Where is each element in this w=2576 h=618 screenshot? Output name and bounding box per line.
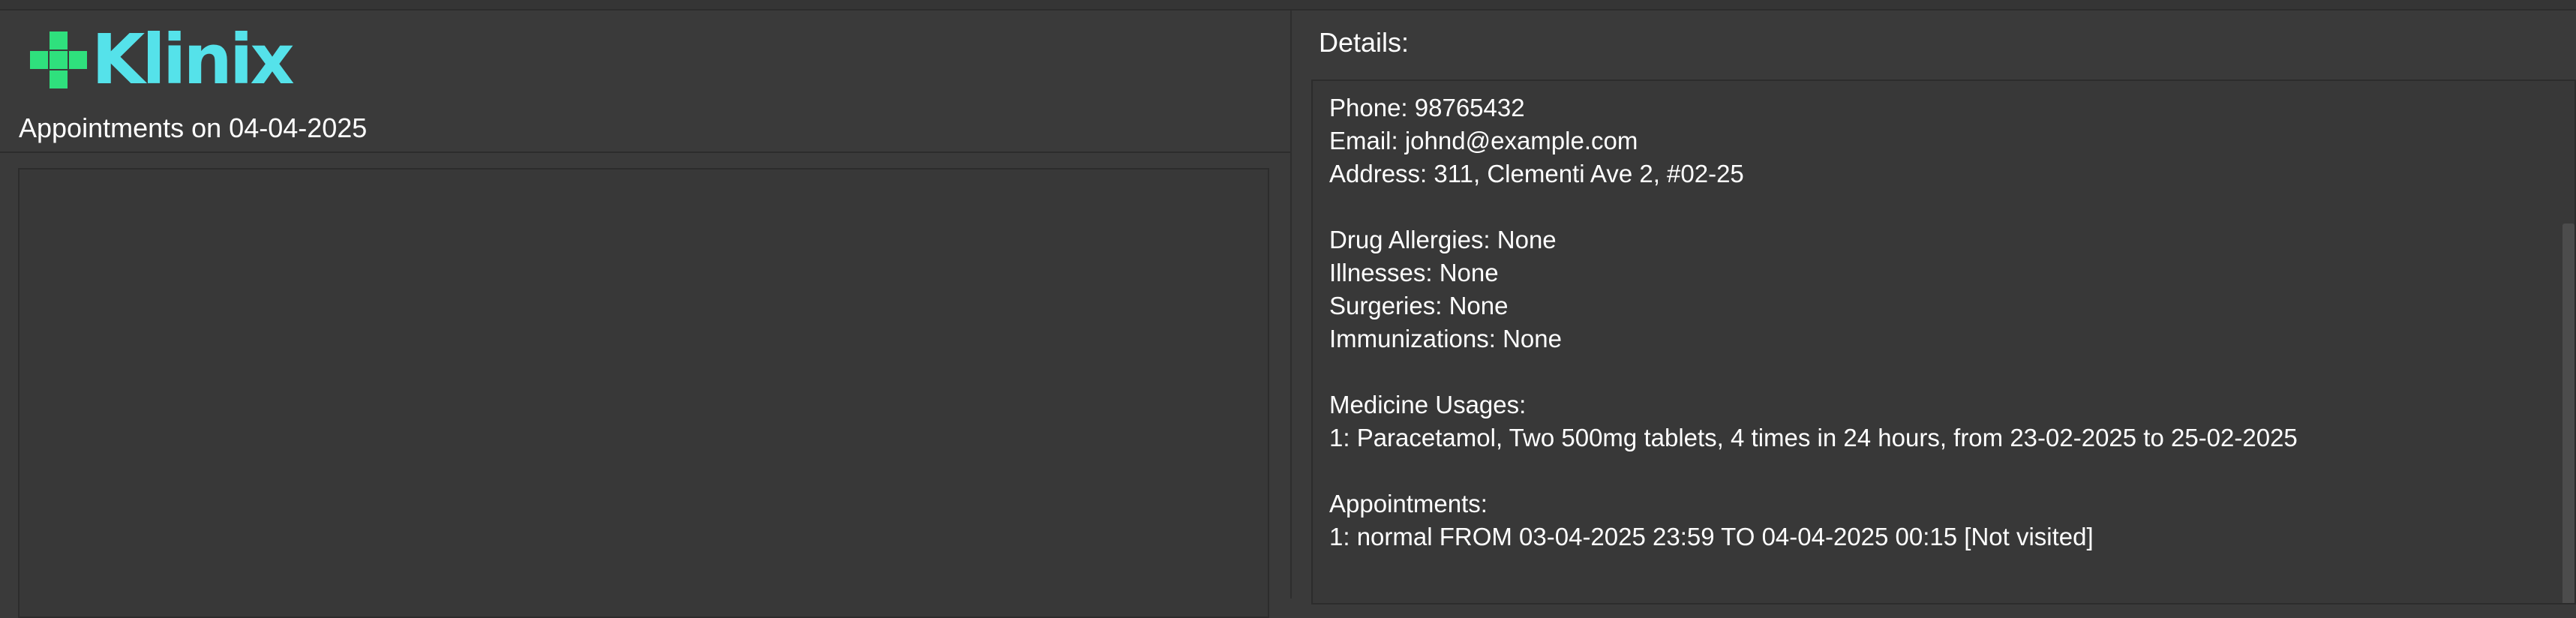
address-line: Address: 311, Clementi Ave 2, #02-25 <box>1329 160 1744 188</box>
email-line: Email: johnd@example.com <box>1329 127 1638 154</box>
app-logo: Klinix <box>30 20 295 100</box>
details-label: Details: <box>1319 27 1410 58</box>
illnesses-line: Illnesses: None <box>1329 259 1499 286</box>
details-panel: Details: Phone: 98765432 Email: johnd@ex… <box>1292 10 2576 604</box>
scrollbar-thumb[interactable] <box>2562 224 2574 603</box>
phone-line: Phone: 98765432 <box>1329 94 1525 122</box>
drug-allergies-line: Drug Allergies: None <box>1329 226 1557 254</box>
details-scrollbar[interactable] <box>2558 81 2574 603</box>
appointments-heading: Appointments: <box>1329 490 1488 518</box>
medical-cross-icon <box>30 32 87 88</box>
appointment-item: 1: normal FROM 03-04-2025 23:59 TO 04-04… <box>1329 523 2094 550</box>
divider <box>0 152 1290 153</box>
surgeries-line: Surgeries: None <box>1329 292 1509 320</box>
patient-details: Phone: 98765432 Email: johnd@example.com… <box>1329 92 2529 554</box>
app-logo-text: Klinix <box>92 20 295 100</box>
appointments-panel: Klinix Appointments on 04-04-2025 <box>0 10 1292 618</box>
medicine-usages-heading: Medicine Usages: <box>1329 391 1527 418</box>
medicine-usage-item: 1: Paracetamol, Two 500mg tablets, 4 tim… <box>1329 424 2298 452</box>
window-top-strip <box>0 0 2576 10</box>
immunizations-line: Immunizations: None <box>1329 325 1562 352</box>
details-text-area[interactable]: Phone: 98765432 Email: johnd@example.com… <box>1311 80 2576 604</box>
appointment-list[interactable] <box>18 168 1269 618</box>
appointments-date-heading: Appointments on 04-04-2025 <box>19 112 368 143</box>
